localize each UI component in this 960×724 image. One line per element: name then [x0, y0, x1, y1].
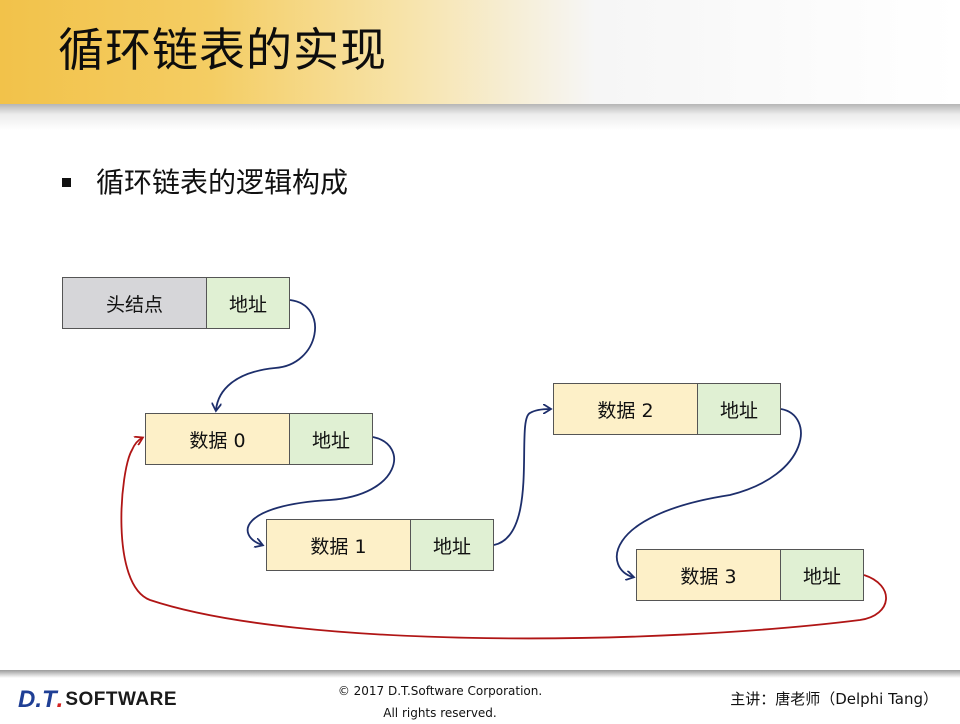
- speaker-credit: 主讲：唐老师（Delphi Tang）: [730, 690, 938, 708]
- head-node-addr: 地址: [206, 278, 289, 328]
- logo-dot: .: [56, 686, 64, 713]
- bullet-marker: [62, 178, 71, 187]
- node-2-addr: 地址: [697, 384, 780, 434]
- copyright-line-2: All rights reserved.: [383, 706, 497, 720]
- logo-software-text: SOFTWARE: [65, 689, 178, 710]
- arrow-node-1-to-node-2: [493, 409, 550, 546]
- list-node-2: 数据 2 地址: [553, 383, 781, 435]
- footer-divider: [0, 670, 960, 678]
- node-3-data: 数据 3: [637, 550, 780, 600]
- dt-software-logo: D.T. SOFTWARE: [18, 682, 177, 718]
- bullet-text: 循环链表的逻辑构成: [96, 166, 349, 199]
- node-1-addr: 地址: [410, 520, 493, 570]
- node-3-addr: 地址: [780, 550, 863, 600]
- node-0-addr: 地址: [289, 414, 372, 464]
- head-node-label: 头结点: [63, 278, 206, 328]
- list-node-3: 数据 3 地址: [636, 549, 864, 601]
- copyright: © 2017 D.T.Software Corporation. All rig…: [330, 680, 550, 724]
- logo-dt-text: D.T: [18, 686, 57, 713]
- copyright-line-1: © 2017 D.T.Software Corporation.: [337, 684, 543, 698]
- title-shadow: [0, 104, 960, 130]
- slide-title: 循环链表的实现: [58, 23, 387, 77]
- head-node: 头结点 地址: [62, 277, 290, 329]
- node-0-data: 数据 0: [146, 414, 289, 464]
- node-2-data: 数据 2: [554, 384, 697, 434]
- list-node-0: 数据 0 地址: [145, 413, 373, 465]
- arrow-node-3-loop-to-node-0: [120, 438, 887, 640]
- list-node-1: 数据 1 地址: [266, 519, 494, 571]
- node-1-data: 数据 1: [267, 520, 410, 570]
